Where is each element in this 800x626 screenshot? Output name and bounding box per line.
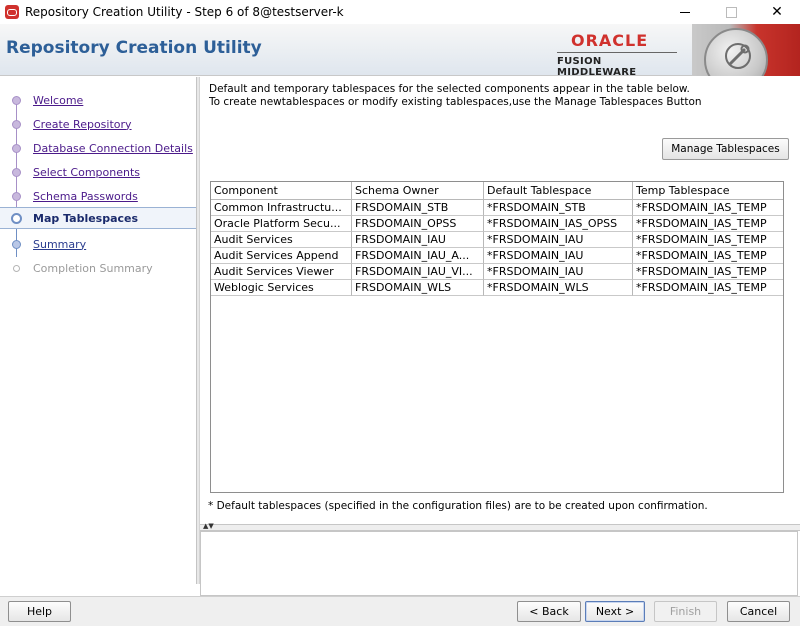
cell-default-tablespace[interactable]: *FRSDOMAIN_IAU (484, 248, 633, 264)
cell-schema-owner: FRSDOMAIN_IAU_A... (352, 248, 484, 264)
table-row[interactable]: Weblogic Services FRSDOMAIN_WLS *FRSDOMA… (211, 280, 783, 296)
column-header-temp-tablespace[interactable]: Temp Tablespace (633, 182, 783, 199)
manage-tablespaces-button[interactable]: Manage Tablespaces (662, 138, 789, 160)
cell-temp-tablespace[interactable]: *FRSDOMAIN_IAS_TEMP (633, 248, 783, 264)
step-done-icon (12, 95, 21, 105)
cell-temp-tablespace[interactable]: *FRSDOMAIN_IAS_TEMP (633, 264, 783, 280)
step-done-icon (12, 191, 21, 201)
help-button[interactable]: Help (8, 601, 71, 622)
splitter-arrows-icon[interactable]: ▲▼ (203, 522, 214, 530)
cell-default-tablespace[interactable]: *FRSDOMAIN_IAU (484, 232, 633, 248)
nav-step-label[interactable]: Map Tablespaces (33, 212, 138, 225)
wrench-gear-icon (704, 28, 768, 76)
step-done-icon (12, 119, 21, 129)
wizard-step-navigation: Welcome Create Repository Database Conne… (0, 77, 196, 584)
nav-step-label[interactable]: Select Components (33, 166, 140, 179)
back-button[interactable]: < Back (517, 601, 581, 622)
table-row[interactable]: Audit Services Viewer FRSDOMAIN_IAU_VI..… (211, 264, 783, 280)
logo-divider (557, 52, 677, 53)
cell-temp-tablespace[interactable]: *FRSDOMAIN_IAS_TEMP (633, 232, 783, 248)
step-done-icon (12, 143, 21, 153)
next-button[interactable]: Next > (585, 601, 645, 622)
main-content: Default and temporary tablespaces for th… (200, 77, 800, 524)
step-disabled-icon (13, 264, 20, 272)
intro-line-2: To create newtablespaces or modify exist… (209, 96, 702, 108)
nav-step-label[interactable]: Create Repository (33, 118, 132, 131)
cell-component: Audit Services Append (211, 248, 352, 264)
cell-default-tablespace[interactable]: *FRSDOMAIN_IAS_OPSS (484, 216, 633, 232)
cell-schema-owner: FRSDOMAIN_IAU_VI... (352, 264, 484, 280)
intro-text: Default and temporary tablespaces for th… (209, 83, 702, 109)
nav-step-welcome[interactable]: Welcome (0, 89, 196, 111)
finish-button: Finish (654, 601, 717, 622)
table-header-row: Component Schema Owner Default Tablespac… (211, 182, 783, 200)
nav-step-select-components[interactable]: Select Components (0, 161, 196, 183)
footnote-text: * Default tablespaces (specified in the … (208, 500, 708, 512)
window-title-bar: Repository Creation Utility - Step 6 of … (0, 0, 800, 24)
cell-temp-tablespace[interactable]: *FRSDOMAIN_IAS_TEMP (633, 280, 783, 296)
cell-component: Weblogic Services (211, 280, 352, 296)
tablespace-table: Component Schema Owner Default Tablespac… (210, 181, 784, 493)
header-graphic (692, 24, 800, 76)
oracle-logo: ORACLE FUSION MIDDLEWARE (553, 28, 683, 78)
step-pending-icon (12, 239, 21, 249)
cell-component: Audit Services Viewer (211, 264, 352, 280)
cell-component: Common Infrastructu... (211, 200, 352, 216)
column-header-schema-owner[interactable]: Schema Owner (352, 182, 484, 199)
table-row[interactable]: Audit Services Append FRSDOMAIN_IAU_A...… (211, 248, 783, 264)
cell-temp-tablespace[interactable]: *FRSDOMAIN_IAS_TEMP (633, 200, 783, 216)
cell-component: Audit Services (211, 232, 352, 248)
column-header-component[interactable]: Component (211, 182, 352, 199)
nav-step-map-tablespaces[interactable]: Map Tablespaces (0, 207, 196, 229)
maximize-button[interactable] (708, 0, 754, 24)
cell-component: Oracle Platform Secu... (211, 216, 352, 232)
minimize-button[interactable] (662, 0, 708, 24)
cell-schema-owner: FRSDOMAIN_STB (352, 200, 484, 216)
nav-step-label[interactable]: Summary (33, 238, 86, 251)
fusion-middleware-label: FUSION MIDDLEWARE (557, 56, 637, 78)
cancel-button[interactable]: Cancel (727, 601, 790, 622)
cell-temp-tablespace[interactable]: *FRSDOMAIN_IAS_TEMP (633, 216, 783, 232)
nav-step-database-connection-details[interactable]: Database Connection Details (0, 137, 196, 159)
message-pane-splitter[interactable]: ▲▼ (200, 522, 800, 531)
oracle-logo-word: ORACLE (571, 31, 649, 50)
nav-step-schema-passwords[interactable]: Schema Passwords (0, 185, 196, 207)
wizard-button-bar: Help < Back Next > Finish Cancel (0, 596, 800, 626)
column-header-default-tablespace[interactable]: Default Tablespace (484, 182, 633, 199)
oracle-app-icon (5, 5, 19, 19)
nav-step-label[interactable]: Welcome (33, 94, 83, 107)
close-button[interactable]: ✕ (754, 0, 800, 24)
table-row[interactable]: Audit Services FRSDOMAIN_IAU *FRSDOMAIN_… (211, 232, 783, 248)
nav-step-create-repository[interactable]: Create Repository (0, 113, 196, 135)
nav-step-label: Completion Summary (33, 261, 153, 275)
message-pane (200, 531, 798, 596)
app-title: Repository Creation Utility (6, 38, 262, 58)
header-banner: Repository Creation Utility ORACLE FUSIO… (0, 24, 800, 78)
cell-default-tablespace[interactable]: *FRSDOMAIN_WLS (484, 280, 633, 296)
nav-step-label[interactable]: Schema Passwords (33, 190, 138, 203)
step-done-icon (12, 167, 21, 177)
nav-step-completion-summary: Completion Summary (0, 257, 196, 279)
nav-step-label[interactable]: Database Connection Details (33, 142, 193, 155)
cell-schema-owner: FRSDOMAIN_WLS (352, 280, 484, 296)
cell-schema-owner: FRSDOMAIN_IAU (352, 232, 484, 248)
table-row[interactable]: Common Infrastructu... FRSDOMAIN_STB *FR… (211, 200, 783, 216)
nav-step-summary[interactable]: Summary (0, 233, 196, 255)
step-current-icon (11, 212, 22, 224)
cell-schema-owner: FRSDOMAIN_OPSS (352, 216, 484, 232)
cell-default-tablespace[interactable]: *FRSDOMAIN_IAU (484, 264, 633, 280)
intro-line-1: Default and temporary tablespaces for th… (209, 83, 690, 95)
window-title: Repository Creation Utility - Step 6 of … (25, 5, 344, 19)
cell-default-tablespace[interactable]: *FRSDOMAIN_STB (484, 200, 633, 216)
table-row[interactable]: Oracle Platform Secu... FRSDOMAIN_OPSS *… (211, 216, 783, 232)
